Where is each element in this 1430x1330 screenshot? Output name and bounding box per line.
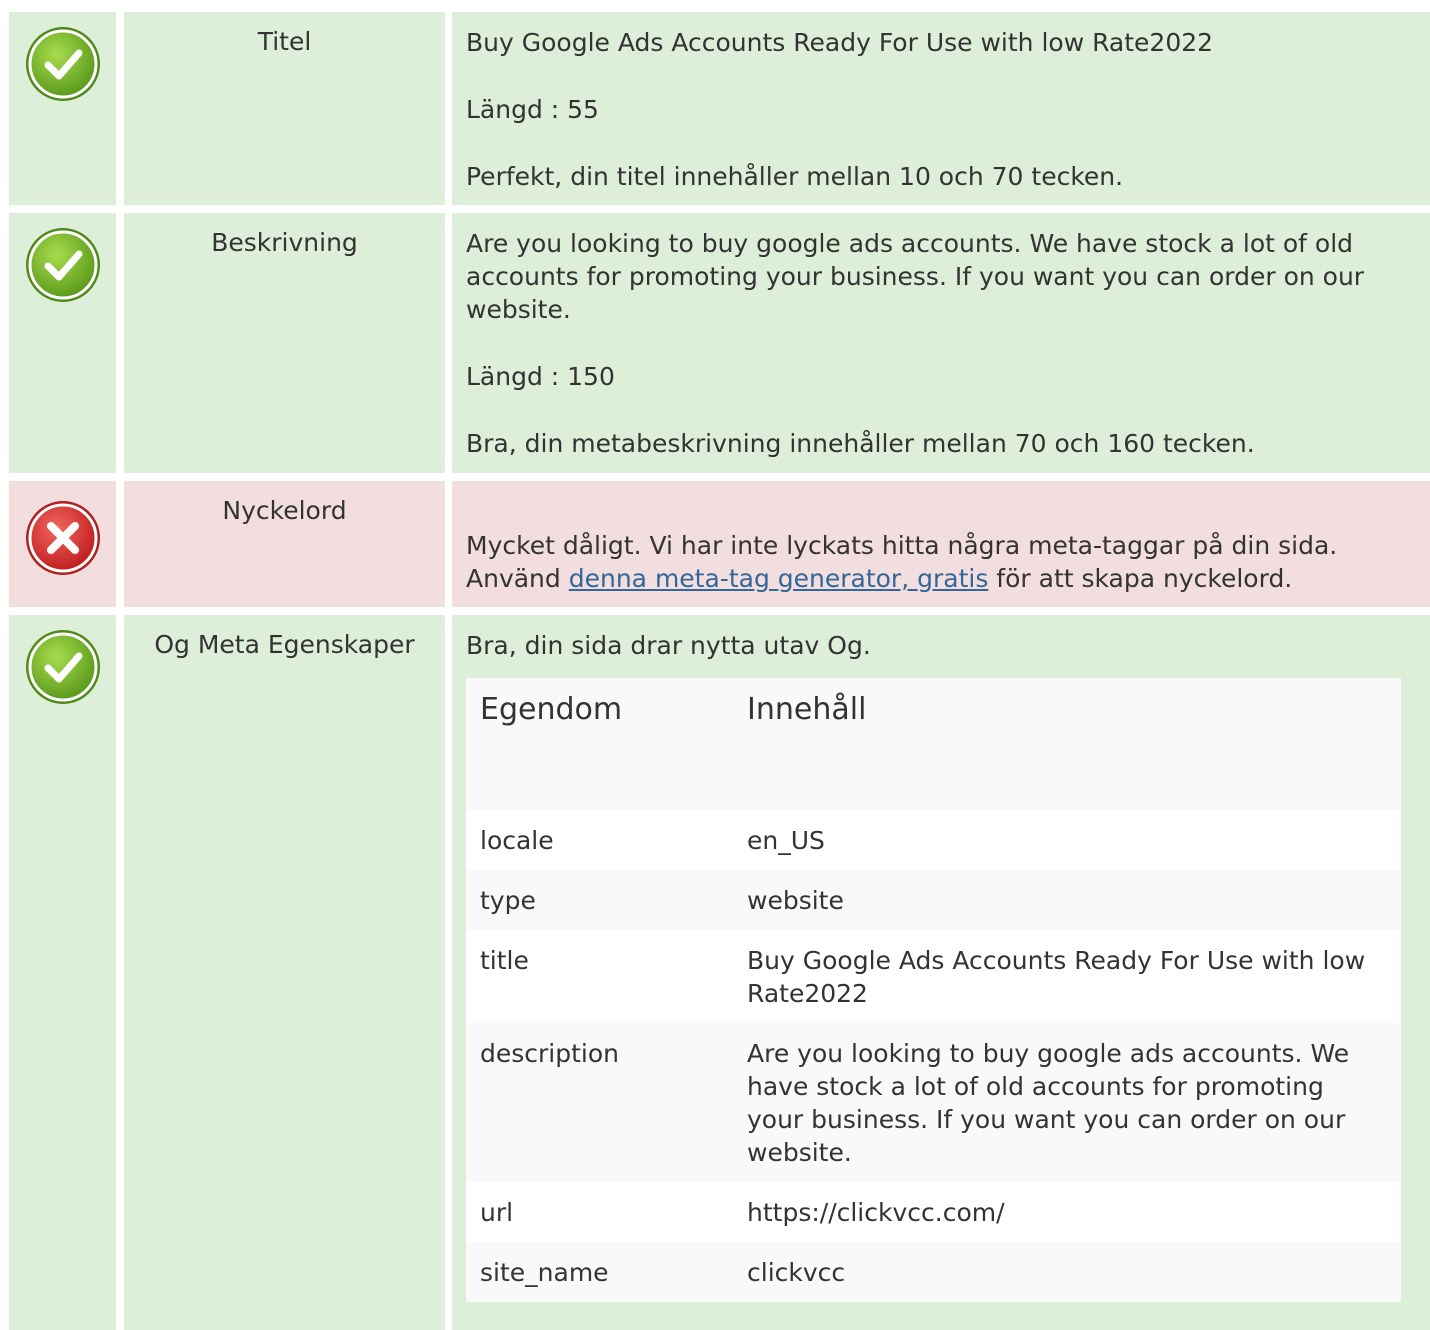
table-row: description Are you looking to buy googl… xyxy=(466,1023,1401,1182)
og-message: Bra, din sida drar nytta utav Og. xyxy=(466,631,871,660)
table-row: title Buy Google Ads Accounts Ready For … xyxy=(466,930,1401,1023)
table-row: url https://clickvcc.com/ xyxy=(466,1182,1401,1242)
title-message: Perfekt, din titel innehåller mellan 10 … xyxy=(466,162,1124,191)
og-content: https://clickvcc.com/ xyxy=(733,1182,1401,1242)
title-length: Längd : 55 xyxy=(466,95,599,124)
og-content: clickvcc xyxy=(733,1242,1401,1302)
row-label: Titel xyxy=(257,27,312,56)
check-circle-icon xyxy=(26,630,100,704)
og-content: Are you looking to buy google ads accoun… xyxy=(733,1023,1401,1182)
og-content: website xyxy=(733,870,1401,930)
row-label: Og Meta Egenskaper xyxy=(154,630,415,659)
keywords-message-line1: Mycket dåligt. Vi har inte lyckats hitta… xyxy=(466,531,1338,560)
row-label-cell: Og Meta Egenskaper xyxy=(124,615,445,1330)
keywords-message-prefix: Använd xyxy=(466,564,561,593)
seo-row-og: Og Meta Egenskaper Bra, din sida drar ny… xyxy=(0,615,1430,1330)
description-length: Längd : 150 xyxy=(466,362,615,391)
check-circle-icon xyxy=(26,228,100,302)
og-property: site_name xyxy=(466,1242,733,1302)
table-row: locale en_US xyxy=(466,810,1401,870)
og-properties-table: Egendom Innehåll locale en_US type websi… xyxy=(466,678,1401,1302)
og-content: Buy Google Ads Accounts Ready For Use wi… xyxy=(733,930,1401,1023)
column-header-property: Egendom xyxy=(466,678,733,810)
og-content: en_US xyxy=(733,810,1401,870)
title-value: Buy Google Ads Accounts Ready For Use wi… xyxy=(466,28,1214,57)
keywords-message-suffix: för att skapa nyckelord. xyxy=(996,564,1293,593)
row-content-cell: Bra, din sida drar nytta utav Og. Egendo… xyxy=(452,615,1430,1330)
check-circle-icon xyxy=(26,27,100,101)
row-content-cell: Are you looking to buy google ads accoun… xyxy=(452,213,1430,473)
cross-circle-icon xyxy=(26,501,100,575)
status-cell xyxy=(9,12,116,205)
status-cell xyxy=(9,615,116,1330)
seo-row-titel: Titel Buy Google Ads Accounts Ready For … xyxy=(0,12,1430,205)
og-property: url xyxy=(466,1182,733,1242)
description-message: Bra, din metabeskrivning innehåller mell… xyxy=(466,429,1255,458)
og-property: locale xyxy=(466,810,733,870)
status-cell xyxy=(9,213,116,473)
row-label-cell: Titel xyxy=(124,12,445,205)
row-label: Beskrivning xyxy=(211,228,358,257)
description-value: Are you looking to buy google ads accoun… xyxy=(466,229,1365,324)
row-label: Nyckelord xyxy=(222,496,347,525)
table-row: site_name clickvcc xyxy=(466,1242,1401,1302)
seo-row-nyckelord: Nyckelord Mycket dåligt. Vi har inte lyc… xyxy=(0,481,1430,607)
row-label-cell: Beskrivning xyxy=(124,213,445,473)
keywords-message: Mycket dåligt. Vi har inte lyckats hitta… xyxy=(466,529,1430,595)
status-cell xyxy=(9,481,116,607)
meta-tag-generator-link[interactable]: denna meta-tag generator, gratis xyxy=(569,564,989,593)
og-property: type xyxy=(466,870,733,930)
table-header-row: Egendom Innehåll xyxy=(466,678,1401,810)
table-row: type website xyxy=(466,870,1401,930)
og-property: title xyxy=(466,930,733,1023)
row-content-cell: Buy Google Ads Accounts Ready For Use wi… xyxy=(452,12,1430,205)
column-header-content: Innehåll xyxy=(733,678,1401,810)
row-content-cell: Mycket dåligt. Vi har inte lyckats hitta… xyxy=(452,481,1430,607)
seo-row-beskrivning: Beskrivning Are you looking to buy googl… xyxy=(0,213,1430,473)
row-label-cell: Nyckelord xyxy=(124,481,445,607)
og-property: description xyxy=(466,1023,733,1182)
